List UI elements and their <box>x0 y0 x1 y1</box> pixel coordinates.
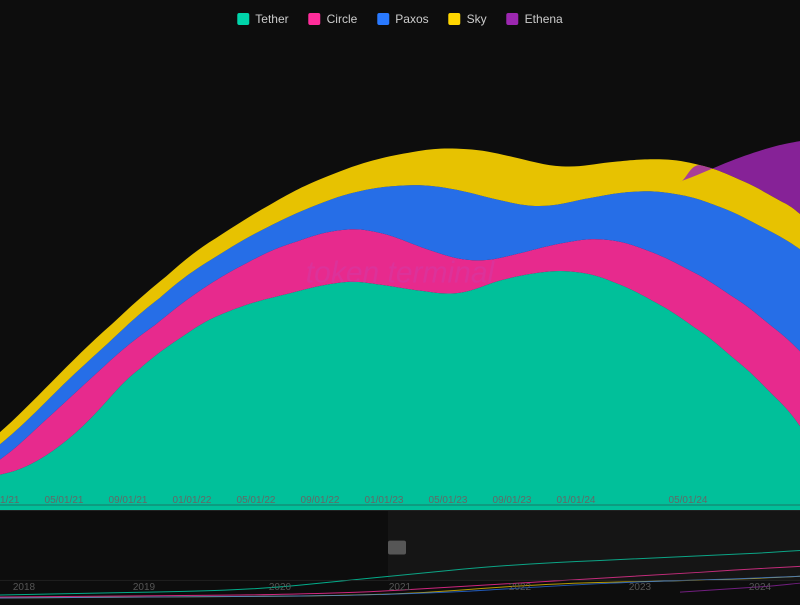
mini-x-label: 2019 <box>133 582 155 593</box>
mini-x-label: 2020 <box>269 582 291 593</box>
mini-chart-labels: 2018 2019 2020 2021 2022 2023 2024 <box>0 582 800 598</box>
x-axis-label: 01/01/22 <box>173 495 212 506</box>
legend-item-circle: Circle <box>309 12 358 26</box>
x-axis-label: 09/01/22 <box>301 495 340 506</box>
x-axis-label: 01/01/21 <box>0 495 19 506</box>
mini-x-label: 2021 <box>389 582 411 593</box>
mini-x-label: 2018 <box>13 582 35 593</box>
chart-container: Tether Circle Paxos Sky Ethena token termina… <box>0 0 800 600</box>
legend-label-circle: Circle <box>327 12 358 26</box>
main-chart-svg: token terminal <box>0 40 800 510</box>
legend-color-tether <box>237 13 249 25</box>
x-axis-labels: 01/01/21 05/01/21 09/01/21 01/01/22 05/01/22… <box>0 490 800 510</box>
x-axis-label: 09/01/21 <box>109 495 148 506</box>
x-axis-label: 01/01/23 <box>365 495 404 506</box>
legend-color-paxos <box>377 13 389 25</box>
legend-item-tether: Tether <box>237 12 288 26</box>
legend-color-ethena <box>507 13 519 25</box>
legend-label-sky: Sky <box>467 12 487 26</box>
mini-x-label: 2022 <box>509 582 531 593</box>
x-axis-label: 01/01/24 <box>557 495 596 506</box>
mini-x-label: 2024 <box>749 582 771 593</box>
legend-label-tether: Tether <box>255 12 288 26</box>
legend-item-paxos: Paxos <box>377 12 428 26</box>
x-axis-label: 09/01/23 <box>493 495 532 506</box>
mini-chart[interactable]: 2018 2019 2020 2021 2022 2023 2024 <box>0 510 800 600</box>
legend-label-ethena: Ethena <box>525 12 563 26</box>
chart-legend: Tether Circle Paxos Sky Ethena <box>217 0 582 38</box>
legend-label-paxos: Paxos <box>395 12 428 26</box>
x-axis-label: 05/01/23 <box>429 495 468 506</box>
main-chart: token terminal 01/01/2105/01/2109/01/210… <box>0 40 800 510</box>
mini-x-label: 2023 <box>629 582 651 593</box>
x-axis-label: 05/01/22 <box>237 495 276 506</box>
x-axis-label: 05/01/24 <box>669 495 708 506</box>
legend-color-sky <box>449 13 461 25</box>
x-axis-label: 05/01/21 <box>45 495 84 506</box>
watermark-text: token terminal <box>306 256 496 289</box>
legend-item-sky: Sky <box>449 12 487 26</box>
legend-item-ethena: Ethena <box>507 12 563 26</box>
legend-color-circle <box>309 13 321 25</box>
